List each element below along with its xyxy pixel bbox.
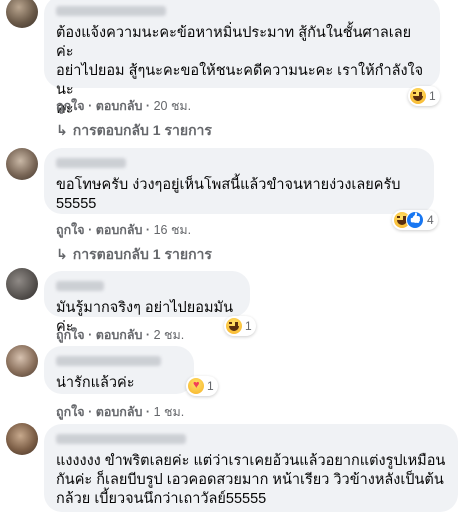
care-emoji-icon xyxy=(188,378,204,394)
reaction-count: 1 xyxy=(245,319,252,333)
separator: · xyxy=(145,99,154,113)
comment-text: ขอโทษครับ ง่วงๆอยู่เห็นโพสนี้แล้วขำจนหาย… xyxy=(56,177,401,212)
timestamp[interactable]: 16 ชม. xyxy=(154,223,192,237)
comment-text: น่ารักแล้วค่ะ xyxy=(56,375,135,391)
author-name-blurred[interactable] xyxy=(56,158,126,168)
comment-actions: ถูกใจ · ตอบกลับ · 1 ชม. xyxy=(56,402,184,422)
comment-bubble: ต้องแจ้งความนะคะข้อหาหมิ่นประมาท สู้กันใ… xyxy=(44,0,440,117)
timestamp[interactable]: 1 ชม. xyxy=(154,405,185,419)
like-link[interactable]: ถูกใจ xyxy=(56,405,85,419)
haha-emoji-icon xyxy=(410,88,426,104)
avatar[interactable] xyxy=(6,0,38,28)
comment-actions: ถูกใจ · ตอบกลับ · 20 ชม. xyxy=(56,96,191,116)
view-replies-link[interactable]: ↳ การตอบกลับ 1 รายการ xyxy=(56,244,212,266)
separator: · xyxy=(88,99,96,113)
comment-bubble: ขอโทษครับ ง่วงๆอยู่เห็นโพสนี้แล้วขำจนหาย… xyxy=(44,148,434,214)
like-link[interactable]: ถูกใจ xyxy=(56,223,85,237)
reply-link[interactable]: ตอบกลับ xyxy=(96,99,143,113)
reaction-summary[interactable]: 1 xyxy=(408,86,440,106)
replies-count-label: การตอบกลับ 1 รายการ xyxy=(72,122,212,138)
reaction-summary[interactable]: 1 xyxy=(186,376,218,396)
separator: · xyxy=(145,223,154,237)
avatar[interactable] xyxy=(6,423,38,455)
comment-actions: ถูกใจ · ตอบกลับ · 2 ชม. xyxy=(56,325,184,345)
author-name-blurred[interactable] xyxy=(56,356,161,366)
like-icon xyxy=(406,211,424,229)
reply-arrow-icon: ↳ xyxy=(56,246,68,262)
comment-bubble: น่ารักแล้วค่ะ xyxy=(44,346,194,394)
reply-link[interactable]: ตอบกลับ xyxy=(96,328,143,342)
like-link[interactable]: ถูกใจ xyxy=(56,99,85,113)
avatar[interactable] xyxy=(6,268,38,300)
separator: · xyxy=(145,405,154,419)
timestamp[interactable]: 2 ชม. xyxy=(154,328,185,342)
avatar[interactable] xyxy=(6,345,38,377)
avatar[interactable] xyxy=(6,148,38,180)
separator: · xyxy=(88,328,96,342)
author-name-blurred[interactable] xyxy=(56,434,186,444)
reaction-summary[interactable]: 4 xyxy=(392,210,438,230)
separator: · xyxy=(88,405,96,419)
reply-link[interactable]: ตอบกลับ xyxy=(96,405,143,419)
timestamp[interactable]: 20 ชม. xyxy=(154,99,192,113)
haha-emoji-icon xyxy=(226,318,242,334)
replies-count-label: การตอบกลับ 1 รายการ xyxy=(72,246,212,262)
author-name-blurred[interactable] xyxy=(56,281,104,291)
reaction-count: 4 xyxy=(427,213,434,227)
view-replies-link[interactable]: ↳ การตอบกลับ 1 รายการ xyxy=(56,120,212,142)
reaction-count: 1 xyxy=(429,89,436,103)
comment-bubble: แงงงงง ขำพริตเลยค่ะ แต่ว่าเราเคยอ้วนแล้ว… xyxy=(44,424,458,512)
reaction-count: 1 xyxy=(207,379,214,393)
reply-link[interactable]: ตอบกลับ xyxy=(96,223,143,237)
separator: · xyxy=(145,328,154,342)
author-name-blurred[interactable] xyxy=(56,6,166,16)
separator: · xyxy=(88,223,96,237)
comment-text: แงงงงง ขำพริตเลยค่ะ แต่ว่าเราเคยอ้วนแล้ว… xyxy=(56,453,446,507)
comment-actions: ถูกใจ · ตอบกลับ · 16 ชม. xyxy=(56,220,191,240)
reaction-summary[interactable]: 1 xyxy=(224,316,256,336)
like-link[interactable]: ถูกใจ xyxy=(56,328,85,342)
comment-bubble: มันรู้มากจริงๆ อย่าไปยอมมันค่ะ xyxy=(44,271,250,335)
reply-arrow-icon: ↳ xyxy=(56,122,68,138)
